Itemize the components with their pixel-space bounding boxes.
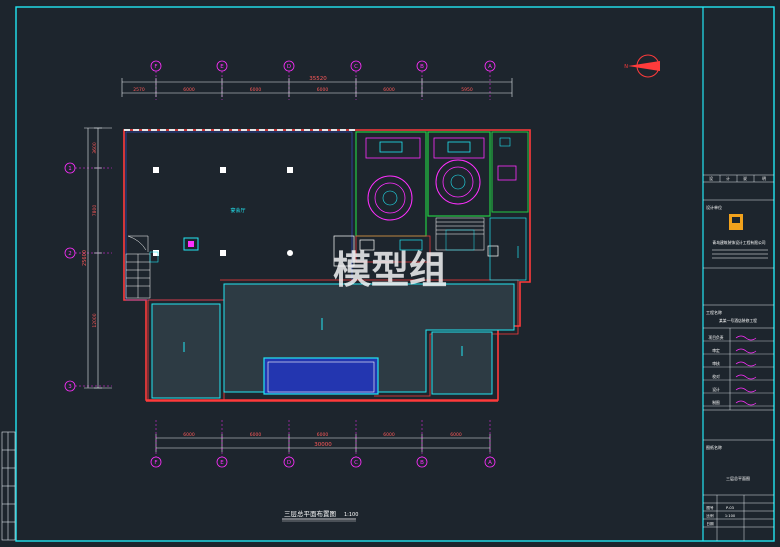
sign-row-label: 制图 bbox=[712, 400, 720, 405]
dim-bottom-segment: 6000 bbox=[317, 432, 329, 438]
axis-top-label: E bbox=[220, 64, 224, 70]
axis-top-label: A bbox=[488, 64, 492, 70]
north-label: N bbox=[624, 64, 628, 70]
dim-bottom-segment: 6000 bbox=[383, 432, 395, 438]
drawing-title-text: 三层总平面布置图 bbox=[284, 509, 336, 518]
axis-top-label: F bbox=[154, 64, 157, 70]
pool bbox=[263, 357, 379, 395]
title-block-header-cell: 计 bbox=[726, 176, 730, 181]
axis-top-label: D bbox=[287, 64, 291, 70]
company-logo bbox=[729, 214, 743, 230]
sign-row-label: 项目负责 bbox=[708, 335, 723, 340]
drawing-scale-text: 1:100 bbox=[344, 512, 358, 518]
drawing-label: 图纸名称 bbox=[706, 444, 722, 450]
project-label: 工程名称 bbox=[706, 309, 722, 315]
axis-bottom-label: C bbox=[354, 460, 358, 466]
sign-row-label: 校对 bbox=[712, 374, 720, 379]
axis-bottom-label: F bbox=[154, 460, 157, 466]
drawing-name: 三层总平面图 bbox=[726, 475, 750, 481]
dim-left-segment: 12000 bbox=[92, 313, 98, 327]
company-name: 青岛建筑装饰设计工程有限公司 bbox=[712, 240, 765, 245]
dim-top-segment: 6000 bbox=[383, 87, 395, 93]
axis-top-label: B bbox=[420, 64, 424, 70]
watermark: 模型组 bbox=[333, 248, 447, 292]
project-name: 某某一号酒店装修工程 bbox=[719, 318, 757, 323]
axis-bottom-label: E bbox=[220, 460, 224, 466]
sign-row-label: 审核 bbox=[712, 361, 720, 366]
axis-left-label: 3 bbox=[68, 384, 72, 390]
dim-top-segment: 6000 bbox=[183, 87, 195, 93]
feature-core bbox=[188, 241, 194, 247]
dim-bottom-segment: 6000 bbox=[250, 432, 262, 438]
axis-bottom-label: D bbox=[287, 460, 291, 466]
title-block-header-cell: 设 bbox=[709, 176, 713, 181]
footer-row-value: P-03 bbox=[726, 506, 734, 510]
terrace-left bbox=[147, 299, 225, 401]
room-label-hall: 宴会厅 bbox=[230, 207, 245, 214]
dim-left-total: 25600 bbox=[82, 250, 88, 266]
axis-bottom-label: B bbox=[420, 460, 424, 466]
sign-row-label: 审定 bbox=[712, 348, 720, 353]
dim-top-segment: 6000 bbox=[317, 87, 329, 93]
sign-row-label: 设计 bbox=[712, 387, 720, 392]
axis-bottom-label: A bbox=[488, 460, 492, 466]
dim-bottom-segment: 6000 bbox=[450, 432, 462, 438]
dim-top-total: 35520 bbox=[309, 76, 327, 82]
axis-left-label: 2 bbox=[68, 251, 72, 257]
design-unit-label: 设计单位 bbox=[706, 204, 722, 210]
title-block-header-cell: 说 bbox=[743, 176, 747, 181]
dim-top-segment: 2570 bbox=[133, 87, 145, 93]
cad-drawing-canvas: FEDCBA 35520 2570 6000 6000 6000 6000 5950 N … bbox=[0, 0, 780, 547]
dim-left-segment: 7800 bbox=[92, 205, 98, 217]
footer-row-value: 1:100 bbox=[725, 514, 736, 518]
dim-left-segment: 3600 bbox=[92, 142, 98, 154]
terrace-right bbox=[431, 331, 493, 395]
dim-top-segment: 5950 bbox=[461, 87, 473, 93]
dim-top-segment: 6000 bbox=[250, 87, 262, 93]
axis-top-label: C bbox=[354, 64, 358, 70]
footer-row-label: 比例 bbox=[706, 513, 714, 518]
footer-row-label: 图号 bbox=[706, 505, 714, 510]
dim-bottom-total: 30000 bbox=[314, 442, 332, 448]
axis-left-label: 1 bbox=[68, 166, 72, 172]
footer-row-label: 日期 bbox=[706, 521, 714, 526]
title-block-header-cell: 明 bbox=[762, 176, 766, 181]
dim-bottom-segment: 6000 bbox=[183, 432, 195, 438]
